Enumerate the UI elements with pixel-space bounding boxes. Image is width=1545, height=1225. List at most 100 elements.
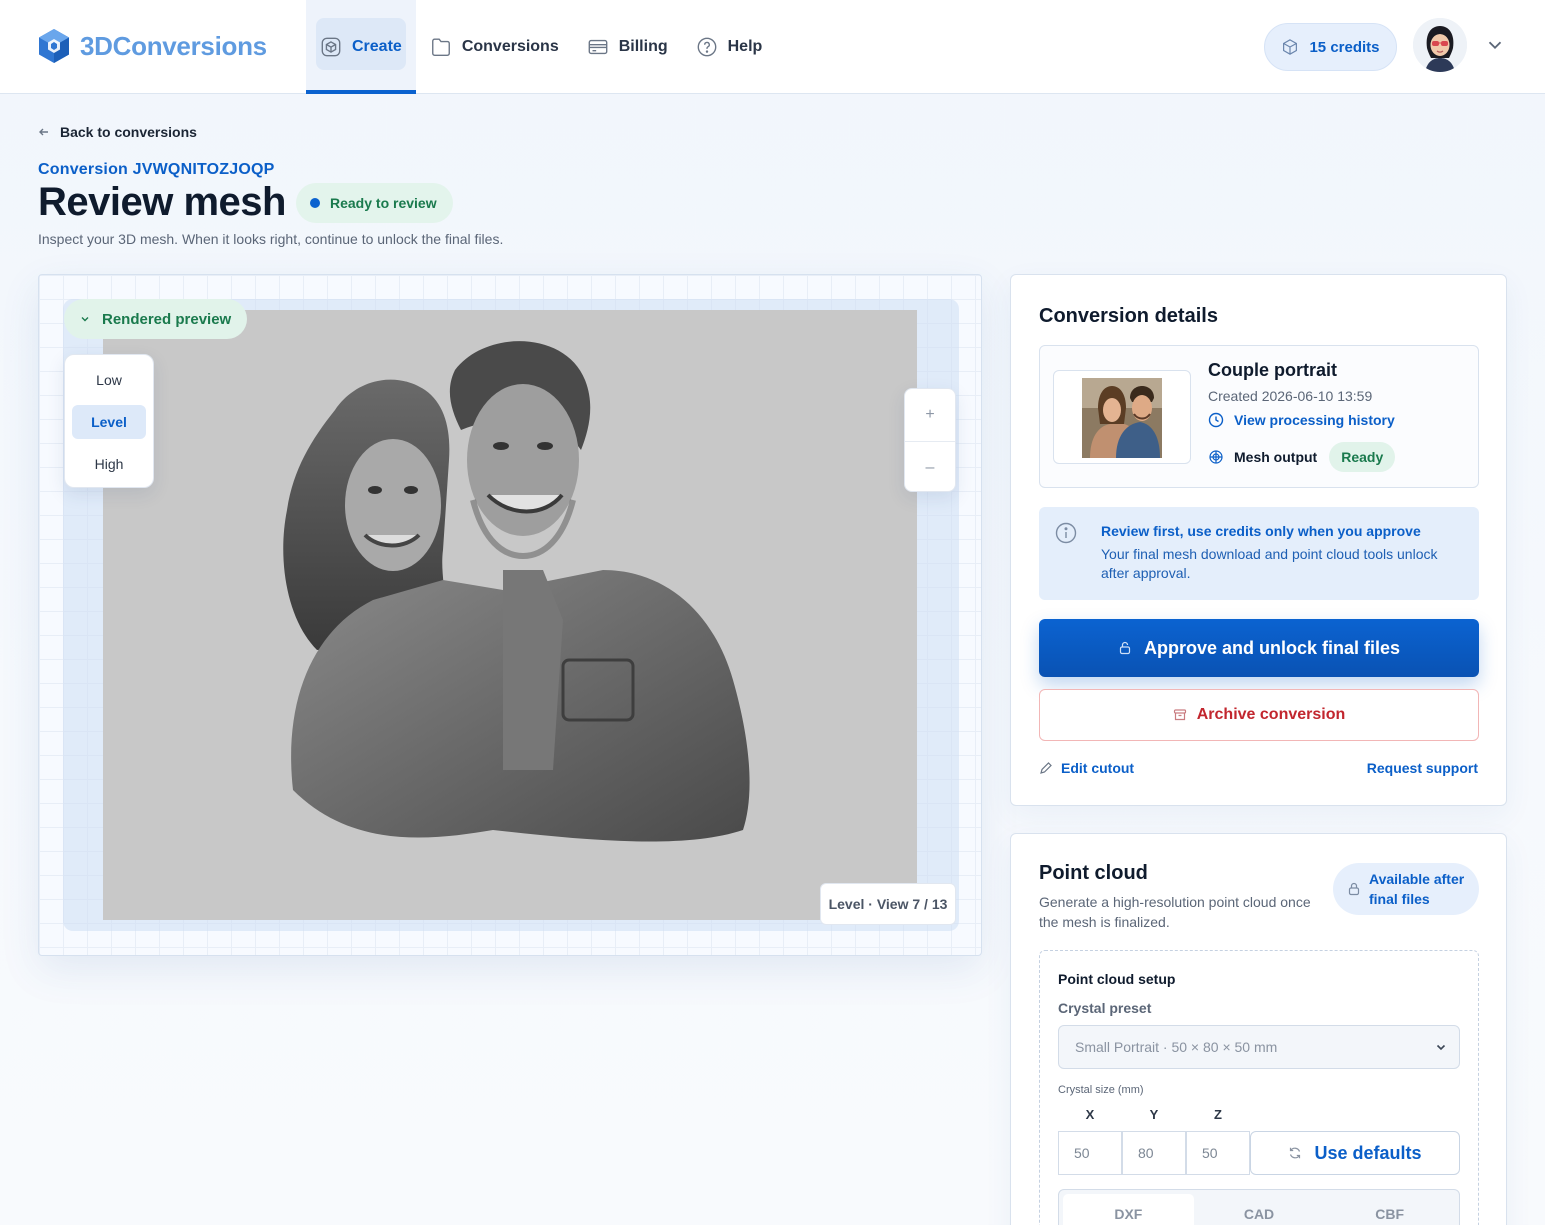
edit-cutout-label: Edit cutout [1061, 760, 1135, 776]
size-z-input[interactable]: 50 [1186, 1131, 1250, 1175]
back-label: Back to conversions [60, 124, 197, 140]
info-text: Your final mesh download and point cloud… [1101, 546, 1438, 581]
nav-item-create[interactable]: Create [306, 0, 416, 94]
view-history-link[interactable]: View processing history [1208, 412, 1395, 428]
help-circle-icon [697, 37, 717, 57]
refresh-icon [1290, 1147, 1301, 1159]
tab-cad[interactable]: CAD [1194, 1194, 1325, 1225]
conversion-id: Conversion JVWQNITOZJOQP [38, 161, 275, 178]
zoom-out-button[interactable]: – [905, 441, 955, 493]
status-dot [310, 198, 320, 208]
cube-icon [1283, 39, 1298, 55]
mesh-render[interactable] [103, 310, 917, 920]
thumbnail-frame [1053, 370, 1191, 464]
brand-logo[interactable]: 3DConversions [38, 28, 267, 64]
created-timestamp: Created 2026-06-10 13:59 [1208, 388, 1373, 404]
thumbnail-image [1082, 378, 1162, 458]
lock-icon [1348, 882, 1360, 896]
conversion-details-card: Conversion details Couple portrait Creat… [1010, 274, 1507, 806]
mesh-status-badge: Ready [1329, 442, 1396, 472]
use-defaults-button[interactable]: Use defaults [1250, 1131, 1460, 1175]
mesh-render-image [283, 341, 750, 842]
review-info-box: Review first, use credits only when you … [1039, 507, 1479, 600]
page-subtitle: Inspect your 3D mesh. When it looks righ… [38, 231, 504, 247]
folder-icon [431, 38, 450, 56]
avatar-image [1413, 18, 1467, 72]
pencil-icon [1040, 762, 1052, 774]
history-link-label: View processing history [1234, 412, 1395, 428]
edit-cutout-link[interactable]: Edit cutout [1039, 760, 1134, 776]
mesh-icon [1209, 450, 1223, 464]
info-icon [1055, 522, 1077, 544]
level-selector: Low Level High [64, 354, 154, 488]
mesh-output-row: Mesh output Ready [1208, 442, 1396, 472]
availability-badge: Available after final files [1333, 863, 1479, 915]
availability-text: Available after final files [1369, 869, 1464, 909]
preset-value: Small Portrait · 50 × 80 × 50 mm [1075, 1039, 1278, 1055]
chevron-down-icon [1436, 1044, 1446, 1051]
main-nav: Create Conversions Billing Help [306, 0, 776, 94]
rendered-preview-chip: Rendered preview [64, 299, 248, 339]
back-link[interactable]: Back to conversions [38, 124, 197, 140]
archive-label: Archive conversion [1196, 706, 1346, 723]
file-name: Couple portrait [1208, 360, 1337, 380]
availability-line-2: final files [1369, 891, 1430, 907]
setup-title: Point cloud setup [1058, 971, 1176, 987]
archive-icon [1173, 709, 1186, 721]
size-y-input[interactable]: 80 [1122, 1131, 1186, 1175]
format-tabs: DXF CAD CBF [1058, 1189, 1460, 1225]
nav-label: Help [727, 38, 763, 55]
cube-logo-icon [39, 29, 69, 63]
clock-icon [1208, 412, 1224, 428]
source-file-box: Couple portrait Created 2026-06-10 13:59… [1039, 345, 1479, 488]
mesh-viewer[interactable] [38, 274, 982, 956]
nav-item-conversions[interactable]: Conversions [416, 0, 573, 94]
rendered-preview-label: Rendered preview [102, 310, 232, 328]
page-title: Review mesh [38, 180, 286, 224]
point-cloud-card: Point cloud Generate a high-resolution p… [1010, 833, 1507, 1225]
use-defaults-label: Use defaults [1314, 1142, 1422, 1163]
request-support-link[interactable]: Request support [1367, 760, 1478, 776]
brand-name: 3DConversions [80, 30, 267, 61]
availability-line-1: Available after [1369, 871, 1465, 887]
approve-label: Approve and unlock final files [1143, 637, 1401, 658]
credits-badge[interactable]: 15 credits [1264, 23, 1397, 71]
mesh-output-label: Mesh output [1234, 449, 1318, 465]
top-navigation-bar: 3DConversions Create Conversions Billing [0, 0, 1545, 94]
point-cloud-title: Point cloud [1039, 862, 1148, 884]
axis-x-label: X [1085, 1107, 1095, 1122]
box-3d-icon [321, 37, 341, 57]
credit-card-icon [588, 39, 608, 55]
nav-label: Conversions [461, 38, 559, 55]
nav-label: Create [352, 38, 402, 55]
level-option-level[interactable]: Level [72, 405, 146, 439]
level-option-low[interactable]: Low [72, 363, 146, 397]
status-label: Ready to review [330, 195, 437, 211]
level-option-high[interactable]: High [72, 447, 146, 481]
tab-dxf[interactable]: DXF [1063, 1194, 1194, 1225]
source-thumbnail[interactable] [1082, 378, 1162, 458]
size-x-input[interactable]: 50 [1058, 1131, 1122, 1175]
arrow-left-icon [39, 128, 48, 136]
zoom-in-button[interactable]: + [905, 389, 955, 441]
approve-button[interactable]: Approve and unlock final files [1039, 619, 1479, 677]
chevron-down-icon[interactable] [1484, 34, 1506, 56]
unlock-icon [1119, 641, 1131, 655]
zoom-controls: + – [904, 388, 956, 492]
info-title: Review first, use credits only when you … [1101, 523, 1421, 539]
nav-item-billing[interactable]: Billing [573, 0, 682, 94]
credits-label: 15 credits [1309, 38, 1380, 56]
status-badge: Ready to review [296, 183, 453, 223]
nav-item-help[interactable]: Help [682, 0, 777, 94]
archive-button[interactable]: Archive conversion [1039, 689, 1479, 741]
tab-cbf[interactable]: CBF [1324, 1194, 1455, 1225]
point-cloud-description: Generate a high-resolution point cloud o… [1039, 894, 1311, 930]
point-cloud-setup: Point cloud setup Crystal preset Small P… [1039, 950, 1479, 1225]
crystal-size-label: Crystal size (mm) [1058, 1084, 1144, 1096]
user-avatar[interactable] [1413, 18, 1467, 72]
check-icon [81, 317, 89, 322]
crystal-preset-select[interactable]: Small Portrait · 50 × 80 × 50 mm [1058, 1025, 1460, 1069]
axis-z-label: Z [1214, 1107, 1222, 1122]
card-title: Conversion details [1039, 305, 1218, 327]
axis-y-label: Y [1149, 1107, 1159, 1122]
